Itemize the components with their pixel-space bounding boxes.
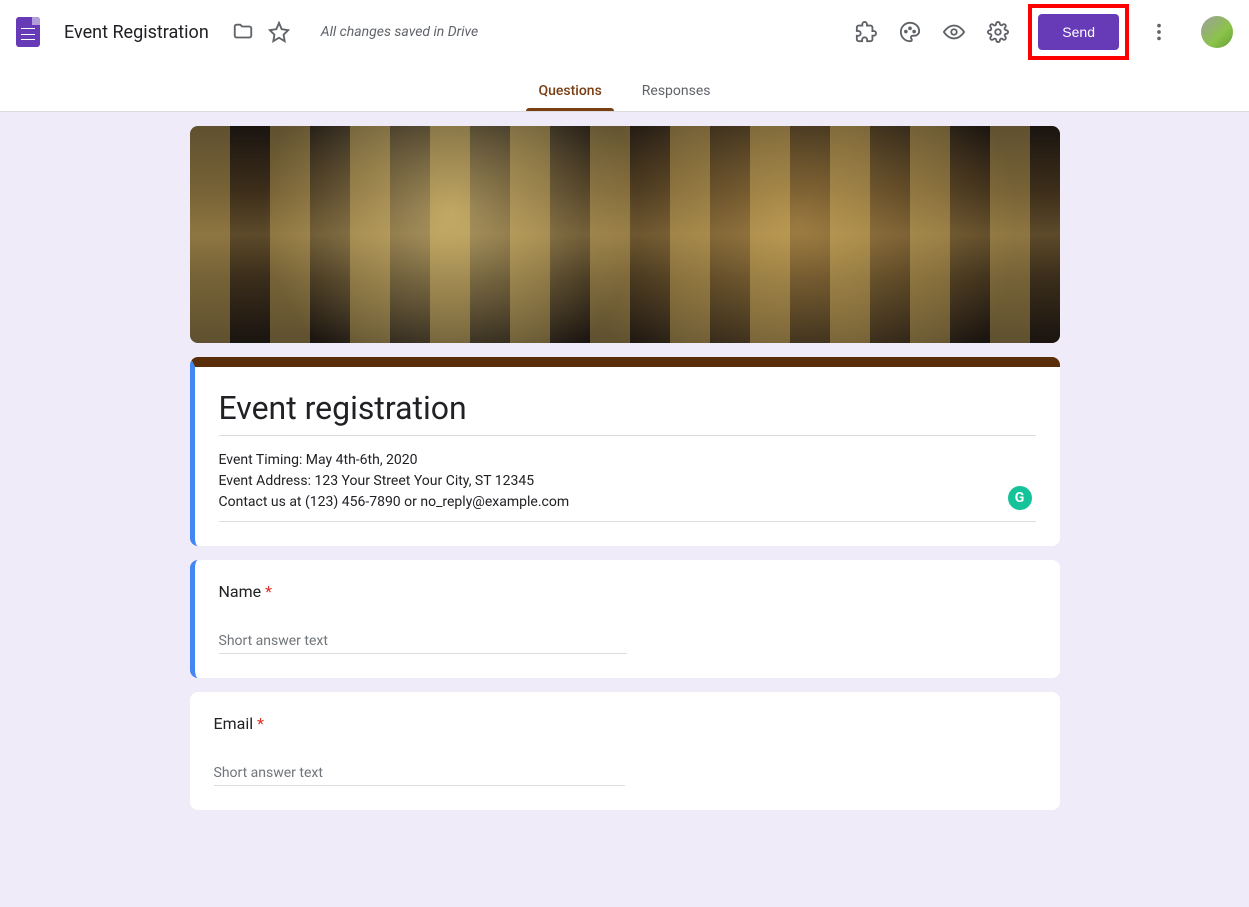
question-label[interactable]: Name* bbox=[219, 582, 1036, 601]
form-title[interactable]: Event registration bbox=[219, 389, 1036, 436]
save-status: All changes saved in Drive bbox=[321, 24, 478, 40]
short-answer-field[interactable]: Short answer text bbox=[214, 761, 625, 786]
question-label[interactable]: Email* bbox=[214, 714, 1036, 733]
question-text: Name bbox=[219, 582, 262, 601]
required-star-icon: * bbox=[257, 714, 264, 733]
form-description[interactable]: Event Timing: May 4th-6th, 2020 Event Ad… bbox=[219, 450, 1036, 522]
preview-icon[interactable] bbox=[940, 18, 968, 46]
app-header: Event Registration All changes saved in … bbox=[0, 0, 1249, 64]
star-icon[interactable] bbox=[265, 18, 293, 46]
question-text: Email bbox=[214, 714, 254, 733]
tab-responses[interactable]: Responses bbox=[622, 83, 731, 111]
content-area: Event registration Event Timing: May 4th… bbox=[0, 112, 1249, 810]
tab-questions[interactable]: Questions bbox=[518, 83, 621, 111]
grammarly-icon[interactable]: G bbox=[1008, 486, 1032, 510]
settings-icon[interactable] bbox=[984, 18, 1012, 46]
form-container: Event registration Event Timing: May 4th… bbox=[190, 126, 1060, 810]
send-button-highlight: Send bbox=[1028, 4, 1129, 60]
question-card-name[interactable]: Name* Short answer text bbox=[190, 560, 1060, 678]
account-avatar[interactable] bbox=[1201, 16, 1233, 48]
header-actions: Send bbox=[852, 4, 1233, 60]
document-title[interactable]: Event Registration bbox=[64, 22, 209, 43]
more-icon[interactable] bbox=[1145, 18, 1173, 46]
form-title-card[interactable]: Event registration Event Timing: May 4th… bbox=[190, 357, 1060, 546]
forms-logo-icon[interactable] bbox=[16, 17, 40, 47]
short-answer-field[interactable]: Short answer text bbox=[219, 629, 628, 654]
send-button[interactable]: Send bbox=[1038, 14, 1119, 50]
addons-icon[interactable] bbox=[852, 18, 880, 46]
required-star-icon: * bbox=[265, 582, 272, 601]
tabs-bar: Questions Responses bbox=[0, 64, 1249, 112]
move-to-folder-icon[interactable] bbox=[229, 18, 257, 46]
customize-theme-icon[interactable] bbox=[896, 18, 924, 46]
form-header-image[interactable] bbox=[190, 126, 1060, 343]
question-card-email[interactable]: Email* Short answer text bbox=[190, 692, 1060, 810]
